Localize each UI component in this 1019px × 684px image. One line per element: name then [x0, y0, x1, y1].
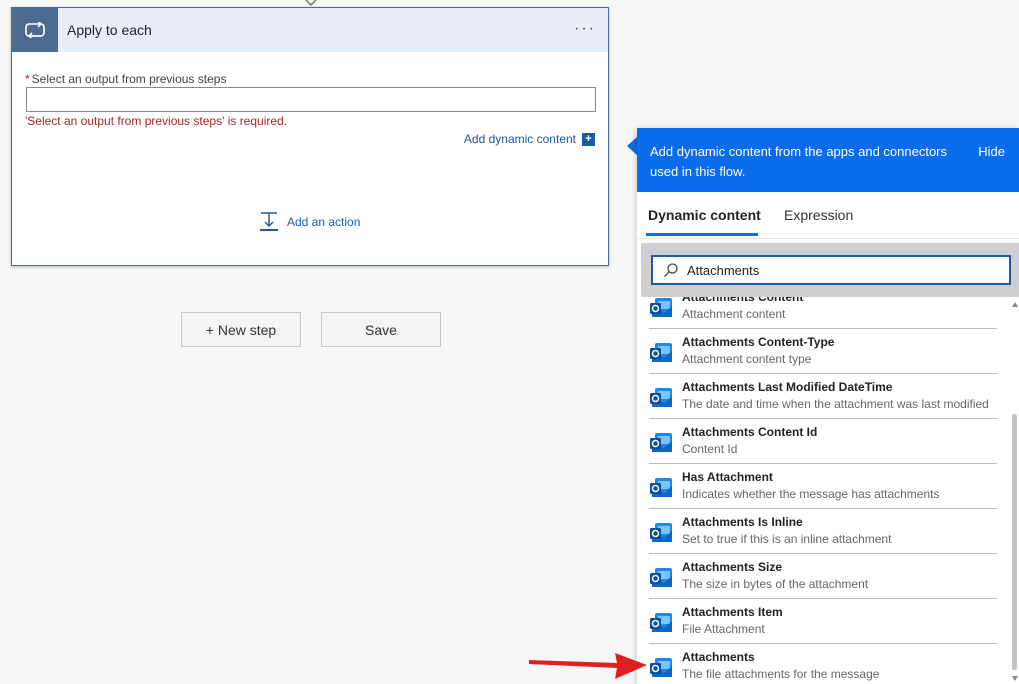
card-header[interactable]: Apply to each ··· — [12, 8, 608, 52]
field-error-message: 'Select an output from previous steps' i… — [25, 114, 288, 128]
outlook-icon — [649, 297, 673, 324]
add-dynamic-content-link[interactable]: Add dynamic content + — [464, 132, 595, 146]
list-item-title: Attachments Content Id — [682, 425, 818, 439]
plus-icon: + — [582, 132, 595, 146]
list-item-title: Attachments Content — [682, 297, 804, 304]
active-tab-indicator — [646, 233, 758, 236]
panel-tabs: Dynamic content Expression — [637, 192, 1019, 239]
outlook-icon — [649, 520, 673, 549]
list-item[interactable]: Attachments Size The size in bytes of the… — [649, 553, 997, 599]
tab-expression[interactable]: Expression — [784, 207, 853, 223]
list-item-title: Has Attachment — [682, 470, 773, 484]
search-input[interactable] — [685, 261, 989, 279]
list-item-description: File Attachment — [682, 622, 765, 636]
list-item[interactable]: Attachments Content-Type Attachment conte… — [649, 328, 997, 374]
list-item[interactable]: Attachments Content Attachment content — [649, 297, 997, 329]
list-item-description: The date and time when the attachment wa… — [682, 397, 989, 411]
required-mark: * — [25, 72, 30, 86]
search-area — [641, 243, 1019, 297]
add-action-icon — [260, 212, 278, 231]
outlook-icon — [649, 655, 673, 684]
tab-dynamic-content[interactable]: Dynamic content — [648, 207, 761, 223]
list-item-title: Attachments Is Inline — [682, 515, 803, 529]
apply-to-each-card: Apply to each ··· * Select an output from… — [11, 7, 609, 266]
list-item-description: The file attachments for the message — [682, 667, 880, 681]
panel-header: Add dynamic content from the apps and co… — [637, 128, 1019, 192]
list-item-title: Attachments Size — [682, 560, 783, 574]
connector-icon — [305, 0, 317, 6]
dynamic-content-panel: Add dynamic content from the apps and co… — [637, 128, 1019, 684]
outlook-icon — [649, 340, 673, 369]
field-label-text: Select an output from previous steps — [31, 72, 227, 86]
outlook-icon — [649, 565, 673, 594]
scrollbar-thumb[interactable] — [1012, 414, 1017, 670]
list-item-description: Set to true if this is an inline attachm… — [682, 532, 892, 546]
card-title: Apply to each — [67, 22, 152, 38]
hide-button[interactable]: Hide — [978, 144, 1005, 159]
list-item[interactable]: Attachments Is Inline Set to true if this… — [649, 508, 997, 554]
list-item-title: Attachments Content-Type — [682, 335, 835, 349]
list-item[interactable]: Attachments Last Modified DateTime The da… — [649, 373, 997, 419]
new-step-button[interactable]: + New step — [181, 312, 301, 347]
outlook-icon — [649, 610, 673, 639]
list-item-description: Indicates whether the message has attach… — [682, 487, 940, 501]
list-item[interactable]: Attachments Item File Attachment — [649, 598, 997, 644]
list-item[interactable]: Attachments The file attachments for the … — [649, 643, 997, 684]
search-icon — [664, 263, 678, 277]
annotation-arrow-icon — [529, 653, 647, 679]
list-item-description: Content Id — [682, 442, 738, 456]
previous-output-input[interactable] — [26, 87, 596, 112]
add-action-link[interactable]: Add an action — [259, 212, 360, 232]
panel-header-text: Add dynamic content from the apps and co… — [650, 144, 948, 179]
save-button[interactable]: Save — [321, 312, 441, 347]
scrollbar[interactable] — [1012, 308, 1017, 680]
add-action-label: Add an action — [287, 215, 361, 229]
loop-icon — [12, 8, 58, 52]
outlook-icon — [649, 430, 673, 459]
outlook-icon — [649, 475, 673, 504]
search-box[interactable] — [651, 255, 1011, 285]
list-item-description: Attachment content — [682, 307, 786, 321]
panel-caret — [627, 137, 637, 155]
list-item[interactable]: Attachments Content Id Content Id — [649, 418, 997, 464]
list-item-title: Attachments — [682, 650, 755, 664]
more-options-icon[interactable]: ··· — [574, 20, 596, 38]
list-item-description: Attachment content type — [682, 352, 812, 366]
list-item-title: Attachments Last Modified DateTime — [682, 380, 893, 394]
list-item-title: Attachments Item — [682, 605, 783, 619]
field-label: * Select an output from previous steps — [25, 72, 226, 86]
add-dynamic-content-label: Add dynamic content — [463, 132, 576, 146]
list-item[interactable]: Has Attachment Indicates whether the mess… — [649, 463, 997, 509]
list-item-description: The size in bytes of the attachment — [682, 577, 869, 591]
scroll-down-icon[interactable] — [1012, 676, 1018, 681]
scroll-up-icon[interactable] — [1012, 302, 1018, 307]
outlook-icon — [649, 385, 673, 414]
dynamic-content-list: Attachments Content Attachment content Att… — [637, 297, 1019, 684]
